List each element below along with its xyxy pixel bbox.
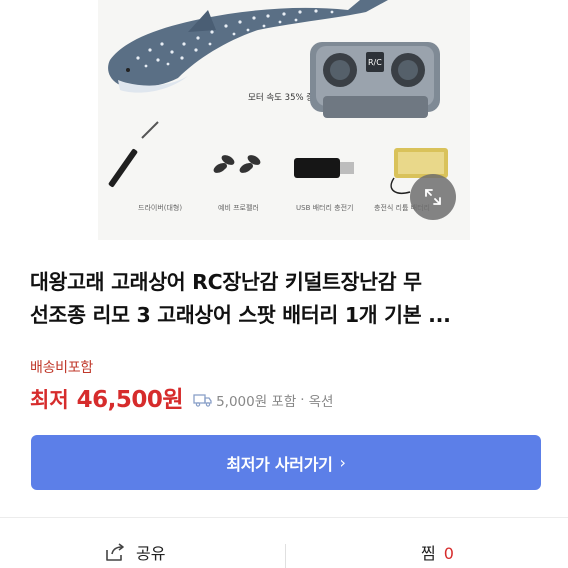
wishlist-count: 0 (443, 544, 454, 563)
expand-image-button[interactable] (410, 174, 456, 220)
product-title-line-1: 대왕고래 고래상어 RC장난감 키덜트장난감 무 (30, 270, 422, 294)
screwdriver-illustration (108, 121, 159, 187)
bottom-action-bar: 공유 찜0 (0, 518, 568, 568)
shipping-fee-text: 5,000원 포함 (216, 394, 297, 410)
lowest-price-prefix: 최저 (30, 388, 69, 412)
truck-icon (193, 394, 212, 407)
propeller-illustration (213, 155, 261, 173)
share-button[interactable]: 공유 (104, 540, 165, 564)
wishlist-button[interactable]: 찜0 (421, 540, 454, 564)
expand-icon (425, 189, 441, 205)
buy-button-label: 최저가 사러가기 (226, 454, 333, 474)
buy-lowest-price-button[interactable]: 최저가 사러가기 › (31, 435, 541, 490)
wishlist-label: 찜 (421, 544, 436, 563)
price-row: 최저 46,500원 5,000원 포함 · 옥션 (30, 380, 333, 414)
remote-label: R/C (368, 58, 382, 67)
lowest-price-value: 46,500원 (76, 387, 184, 413)
separator-dot: · (300, 392, 305, 408)
seller-name: 옥션 (308, 394, 334, 410)
bottom-bar-separator (285, 544, 286, 568)
screwdriver-caption: 드라이버(대형) (138, 203, 182, 212)
usb-caption: USB 배터리 충전기 (296, 203, 353, 212)
product-title-line-2: 선조종 리모 3 고래상어 스팟 배터리 1개 기본 ... (30, 303, 451, 327)
remote-controller-illustration: R/C (310, 42, 440, 118)
chevron-right-icon: › (339, 453, 346, 472)
product-title[interactable]: 대왕고래 고래상어 RC장난감 키덜트장난감 무 선조종 리모 3 고래상어 스… (30, 266, 545, 332)
share-icon (106, 543, 124, 561)
share-label: 공유 (136, 544, 166, 563)
propeller-caption: 예비 프로펠러 (218, 203, 259, 212)
usb-charger-illustration (294, 158, 354, 178)
shipping-info: 5,000원 포함 · 옥션 (193, 390, 333, 410)
shipping-included-label: 배송비포함 (30, 360, 93, 376)
